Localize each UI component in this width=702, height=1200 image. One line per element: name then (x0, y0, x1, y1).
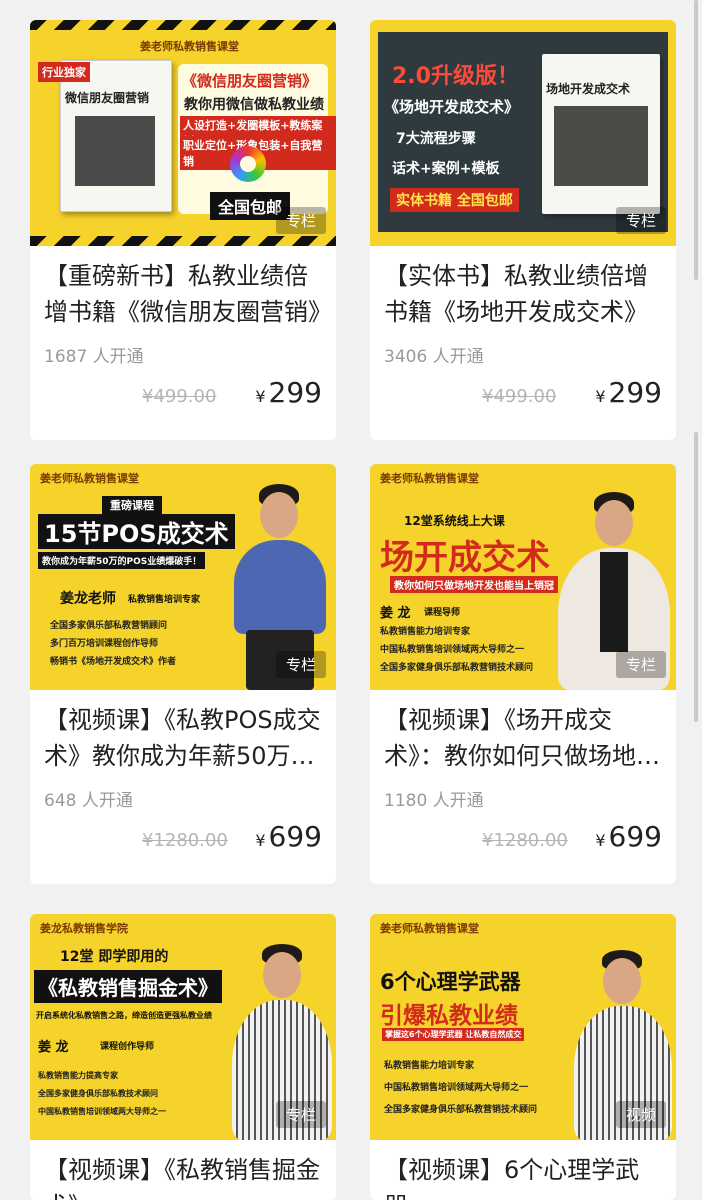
course-title[interactable]: 【视频课】6个心理学武器 (384, 1152, 662, 1200)
feature-line: 话术+案例+模板 (392, 161, 500, 177)
course-title[interactable]: 【视频课】《私教销售掘金术》 (44, 1152, 322, 1200)
price-amount: 299 (608, 376, 662, 409)
headline-text: 15节POS成交术 (38, 514, 235, 549)
course-card[interactable]: 姜老师私教销售课堂 微信朋友圈营销 行业独家 《微信朋友圈营销》 教你用微信做私… (30, 20, 336, 440)
book-title-text: 《场地开发成交术》 (384, 98, 520, 116)
subscriber-count: 648 人开通 (44, 791, 133, 811)
brand-label: 姜龙私教销售学院 (40, 922, 128, 935)
shipping-badge: 实体书籍 全国包邮 (390, 188, 519, 212)
subscriber-count: 1180 人开通 (384, 791, 484, 811)
course-card[interactable]: 2.0升级版！ 《场地开发成交术》 7大流程步骤 话术+案例+模板 实体书籍 全… (370, 20, 676, 440)
scrollbar-thumb[interactable] (694, 0, 698, 280)
bio-line: 全国多家健身俱乐部私教营销技术顾问 (384, 1105, 538, 1115)
book-cover-title: 微信朋友圈营销 (65, 91, 150, 105)
bio-line: 私教销售能力培训专家 (384, 1061, 475, 1071)
course-card[interactable]: 姜老师私教销售课堂 重磅课程 15节POS成交术 教你成为年薪50万的POS业绩… (30, 464, 336, 884)
column-tag: 专栏 (615, 651, 666, 678)
brand-label: 姜老师私教销售课堂 (380, 922, 479, 935)
brand-label: 姜老师私教销售课堂 (40, 472, 139, 485)
currency-symbol: ¥ (595, 387, 606, 406)
column-tag: 专栏 (275, 1101, 326, 1128)
course-card[interactable]: 姜老师私教销售课堂 6个心理学武器 引爆私教业绩 掌握这6个心理学武器 让私教自… (370, 914, 676, 1200)
currency-symbol: ¥ (255, 831, 266, 850)
course-thumbnail[interactable]: 姜龙私教销售学院 12堂 即学即用的 《私教销售掘金术》 开启系统化私教销售之路… (30, 914, 336, 1140)
course-thumbnail[interactable]: 姜老师私教销售课堂 微信朋友圈营销 行业独家 《微信朋友圈营销》 教你用微信做私… (30, 20, 336, 246)
headline-text: 场开成交术 (380, 538, 550, 578)
scrollbar-thumb[interactable] (694, 432, 698, 722)
feature-line: 7大流程步骤 (396, 131, 476, 147)
headline-sub: 掌握这6个心理学武器 让私教自然成交 (382, 1028, 525, 1041)
book-cover-image: 场地开发成交术 (542, 54, 660, 214)
bio-line: 私教销售能力提高专家 (38, 1071, 118, 1080)
bio-line: 全国多家健身俱乐部私教技术顾问 (38, 1089, 158, 1098)
course-card[interactable]: 姜老师私教销售课堂 12堂系统线上大课 场开成交术 教你如何只做场地开发也能当上… (370, 464, 676, 884)
original-price: ¥1280.00 (142, 830, 228, 851)
current-price: ¥299 (595, 376, 662, 409)
original-price: ¥499.00 (482, 386, 557, 407)
course-title[interactable]: 【视频课】《私教POS成交术》教你成为年薪50万的POS业绩爆破手 (44, 702, 322, 774)
subscriber-count: 1687 人开通 (44, 347, 144, 367)
teacher-title: 课程导师 (424, 608, 461, 618)
column-tag: 专栏 (275, 207, 326, 234)
brand-label: 姜老师私教销售课堂 (380, 472, 479, 485)
book-cover-image: 微信朋友圈营销 (60, 60, 172, 212)
bio-line: 全国多家健身俱乐部私教营销技术顾问 (380, 663, 534, 673)
course-title[interactable]: 【重磅新书】私教业绩倍增书籍《微信朋友圈营销》 (44, 258, 322, 330)
book-cover-title: 场地开发成交术 (546, 82, 631, 96)
video-tag: 视频 (615, 1101, 666, 1128)
current-price: ¥699 (595, 820, 662, 853)
price-amount: 299 (268, 376, 322, 409)
original-price: ¥1280.00 (482, 830, 568, 851)
teacher-title: 课程创作导师 (100, 1042, 155, 1052)
kicker-text: 12堂 即学即用的 (60, 949, 169, 965)
headline-text: 教你用微信做私教业绩 (184, 97, 324, 113)
current-price: ¥299 (255, 376, 322, 409)
course-title[interactable]: 【视频课】《场开成交术》：教你如何只做场地开发也能当上销冠 (384, 702, 662, 774)
course-card[interactable]: 姜龙私教销售学院 12堂 即学即用的 《私教销售掘金术》 开启系统化私教销售之路… (30, 914, 336, 1200)
headline-text: 《私教销售掘金术》 (34, 970, 222, 1003)
corner-badge: 行业独家 (38, 62, 90, 82)
current-price: ¥699 (255, 820, 322, 853)
bio-line: 多门百万培训课程创作导师 (50, 639, 159, 649)
bio-line: 全国多家俱乐部私教营销顾问 (50, 621, 168, 631)
headline-sub: 开启系统化私教销售之路，缔造创造更强私教业绩 (36, 1011, 212, 1020)
subscriber-count: 3406 人开通 (384, 347, 484, 367)
column-tag: 专栏 (615, 207, 666, 234)
teacher-name: 姜 龙 (38, 1040, 69, 1055)
bio-line: 私教销售能力培训专家 (380, 627, 471, 637)
headline-sub: 教你如何只做场地开发也能当上销冠 (390, 576, 558, 593)
ribbon-label: 重磅课程 (102, 496, 162, 514)
teacher-title: 私教销售培训专家 (128, 595, 201, 605)
brand-label: 姜老师私教销售课堂 (140, 40, 239, 53)
bio-line: 中国私教销售培训领域两大导师之一 (384, 1083, 529, 1093)
teacher-name: 姜 龙 (380, 606, 411, 621)
bio-line: 畅销书《场地开发成交术》作者 (50, 657, 177, 667)
currency-symbol: ¥ (595, 831, 606, 850)
course-grid: 姜老师私教销售课堂 微信朋友圈营销 行业独家 《微信朋友圈营销》 教你用微信做私… (0, 0, 702, 1200)
course-thumbnail[interactable]: 姜老师私教销售课堂 6个心理学武器 引爆私教业绩 掌握这6个心理学武器 让私教自… (370, 914, 676, 1140)
headline-text-2: 引爆私教业绩 (380, 1003, 518, 1029)
bio-line: 中国私教销售培训领域两大导师之一 (38, 1107, 166, 1116)
headline-sub: 教你成为年薪50万的POS业绩爆破手！ (38, 552, 206, 569)
course-thumbnail[interactable]: 姜老师私教销售课堂 12堂系统线上大课 场开成交术 教你如何只做场地开发也能当上… (370, 464, 676, 690)
course-thumbnail[interactable]: 姜老师私教销售课堂 重磅课程 15节POS成交术 教你成为年薪50万的POS业绩… (30, 464, 336, 690)
teacher-name: 姜龙老师 (60, 591, 116, 607)
course-title[interactable]: 【实体书】私教业绩倍增书籍《场地开发成交术》 (384, 258, 662, 330)
course-thumbnail[interactable]: 2.0升级版！ 《场地开发成交术》 7大流程步骤 话术+案例+模板 实体书籍 全… (370, 20, 676, 246)
upgrade-label: 2.0升级版！ (392, 64, 519, 89)
column-tag: 专栏 (275, 651, 326, 678)
original-price: ¥499.00 (142, 386, 217, 407)
bio-line: 中国私教销售培训领域两大导师之一 (380, 645, 525, 655)
headline-text: 6个心理学武器 (380, 970, 521, 994)
currency-symbol: ¥ (255, 387, 266, 406)
kicker-text: 12堂系统线上大课 (404, 514, 505, 528)
price-amount: 699 (268, 820, 322, 853)
book-title-text: 《微信朋友圈营销》 (182, 72, 318, 90)
price-amount: 699 (608, 820, 662, 853)
